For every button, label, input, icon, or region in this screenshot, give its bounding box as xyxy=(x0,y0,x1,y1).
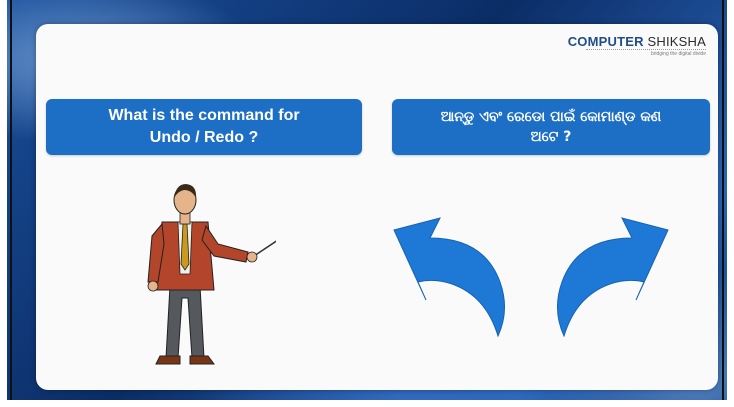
question-odia-line2: ଅଟେ ? xyxy=(530,129,572,145)
question-english-line2: Undo / Redo ? xyxy=(149,129,259,146)
undo-arrow-icon xyxy=(393,217,505,338)
redo-arrow-icon xyxy=(557,217,669,338)
right-hand xyxy=(246,251,258,263)
right-frame-border xyxy=(727,0,734,407)
left-hand xyxy=(147,280,159,292)
logo-tagline: bridging the digital divide xyxy=(586,49,706,57)
left-shoe xyxy=(155,355,181,365)
right-frame-line xyxy=(722,0,724,407)
question-english-box: What is the command for Undo / Redo ? xyxy=(46,99,362,155)
bottom-frame-border xyxy=(0,400,734,407)
question-odia-box: ଆନ୍ଡୁ ଏବଂ ରେଡୋ ପାଇଁ କୋମାଣ୍ଡ କଣ ଅଟେ ? xyxy=(392,99,710,155)
left-frame-line xyxy=(10,0,12,407)
question-english-line1: What is the command for xyxy=(108,107,300,124)
left-frame-border xyxy=(0,0,7,407)
pointer-stick xyxy=(253,240,276,257)
question-odia-line1: ଆନ୍ଡୁ ଏବଂ ରେଡୋ ପାଇଁ କୋମାଣ୍ଡ କଣ xyxy=(440,109,662,125)
slide-panel: COMPUTER SHIKSHA bridging the digital di… xyxy=(36,24,718,390)
trousers xyxy=(165,285,205,359)
undo-redo-arrows xyxy=(393,217,669,338)
right-shoe xyxy=(189,355,215,365)
computer-shiksha-logo: COMPUTER SHIKSHA bridging the digital di… xyxy=(546,34,706,57)
logo-name: COMPUTER SHIKSHA xyxy=(567,34,706,49)
teacher-illustration xyxy=(147,184,276,365)
